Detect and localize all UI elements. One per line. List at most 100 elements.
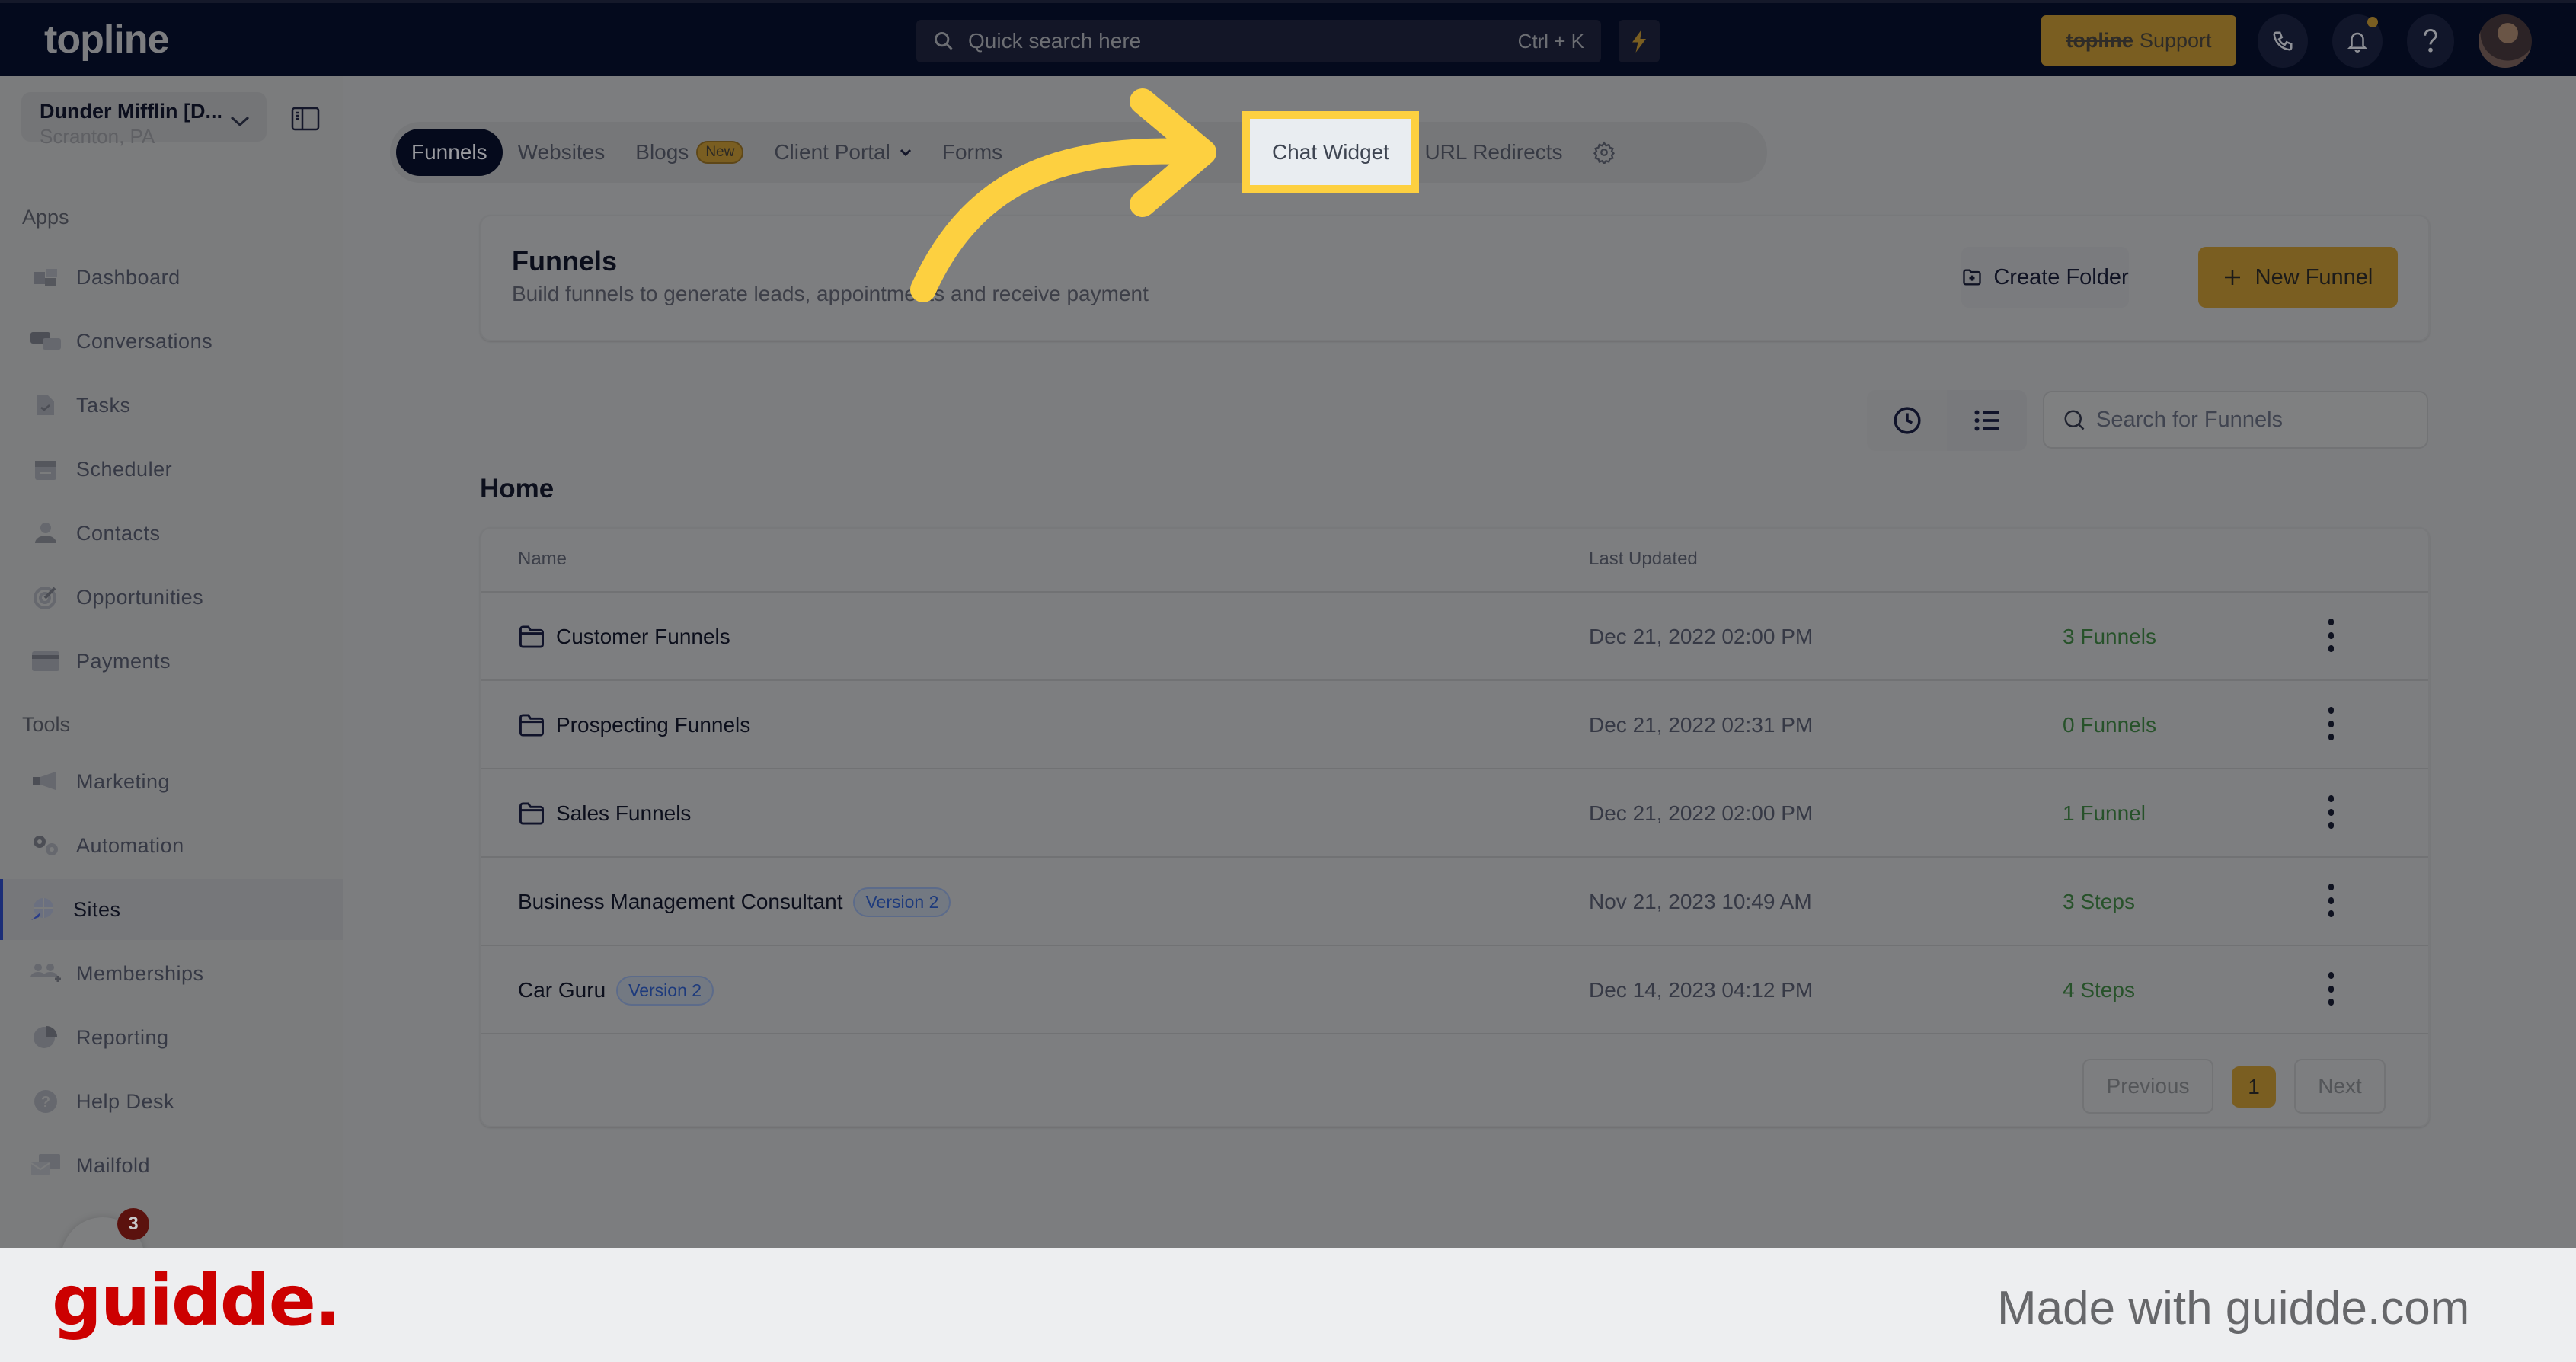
quick-actions-button[interactable]	[1619, 20, 1660, 62]
tab-client-portal[interactable]: Client Portal	[759, 129, 927, 176]
sidebar-item-label: Contacts	[76, 521, 161, 545]
user-avatar[interactable]	[2479, 14, 2532, 68]
table-row[interactable]: Customer Funnels Dec 21, 2022 02:00 PM 3…	[481, 593, 2428, 681]
list-icon	[1974, 410, 1999, 431]
sidebar-item-scheduler[interactable]: Scheduler	[0, 439, 343, 500]
row-menu-icon[interactable]	[2323, 619, 2338, 652]
table-row[interactable]: Prospecting Funnels Dec 21, 2022 02:31 P…	[481, 681, 2428, 769]
previous-page-button[interactable]: Previous	[2082, 1059, 2213, 1114]
phone-button[interactable]	[2258, 14, 2308, 68]
page-1-button[interactable]: 1	[2232, 1066, 2276, 1108]
chevron-down-icon	[900, 149, 911, 157]
sidebar-item-memberships[interactable]: Memberships	[0, 943, 343, 1004]
row-menu-icon[interactable]	[2323, 972, 2338, 1006]
row-name: Customer Funnels	[518, 593, 730, 681]
row-count: 0 Funnels	[2063, 713, 2156, 737]
row-name-text[interactable]: Customer Funnels	[556, 625, 730, 649]
made-with-text: Made with guidde.com	[1997, 1282, 2470, 1335]
help-button[interactable]	[2407, 14, 2454, 68]
search-shortcut: Ctrl + K	[1517, 29, 1584, 53]
row-name: Sales Funnels	[518, 769, 691, 858]
tab-url-redirects[interactable]: URL Redirects	[1409, 129, 1577, 176]
sidebar-item-mailfold[interactable]: Mailfold	[0, 1135, 343, 1196]
version-badge: Version 2	[616, 975, 714, 1006]
row-name-text[interactable]: Car Guru	[518, 978, 606, 1002]
chat-icon	[30, 329, 61, 353]
new-funnel-label: New Funnel	[2255, 264, 2373, 289]
sidebar-item-label: Dashboard	[76, 265, 181, 289]
quick-search-placeholder: Quick search here	[968, 29, 1142, 53]
sidebar-item-help-desk[interactable]: ? Help Desk	[0, 1071, 343, 1132]
sidebar-item-sites[interactable]: Sites	[0, 879, 343, 940]
sidebar-item-contacts[interactable]: Contacts	[0, 503, 343, 564]
screen: topline Quick search here Ctrl + K topli…	[0, 0, 2576, 1362]
row-name-text[interactable]: Prospecting Funnels	[556, 713, 750, 737]
gear-icon	[1593, 141, 1616, 164]
table-row[interactable]: Business Management Consultant Version 2…	[481, 858, 2428, 946]
calendar-icon	[30, 457, 61, 481]
tab-settings[interactable]	[1577, 129, 1631, 176]
view-toggle	[1867, 390, 2027, 451]
tab-websites[interactable]: Websites	[503, 129, 621, 176]
tab-blogs[interactable]: Blogs New	[620, 129, 759, 176]
account-switcher[interactable]: Dunder Mifflin [D... Scranton, PA	[21, 92, 267, 148]
question-icon: ?	[30, 1089, 61, 1114]
tab-forms[interactable]: Forms	[927, 129, 1144, 176]
row-name-text[interactable]: Sales Funnels	[556, 801, 691, 826]
sidebar: Dunder Mifflin [D... Scranton, PA Apps D…	[0, 76, 343, 1249]
phone-icon	[2273, 31, 2293, 51]
app-logo[interactable]: topline	[44, 17, 169, 62]
sidebar-item-dashboard[interactable]: Dashboard	[0, 247, 343, 308]
guidde-logo: guidde.	[52, 1260, 341, 1341]
sidebar-item-reporting[interactable]: Reporting	[0, 1007, 343, 1068]
sidebar-item-label: Mailfold	[76, 1153, 151, 1177]
tab-label: Forms	[941, 140, 1003, 164]
version-badge: Version 2	[853, 887, 951, 917]
folder-icon	[519, 714, 544, 737]
row-count: 1 Funnel	[2063, 801, 2146, 825]
row-menu-icon[interactable]	[2323, 707, 2338, 740]
table-row[interactable]: Car Guru Version 2 Dec 14, 2023 04:12 PM…	[481, 946, 2428, 1034]
funnels-table: Name Last Updated Customer Funnels Dec 2…	[480, 527, 2430, 1127]
sidebar-item-conversations[interactable]: Conversations	[0, 311, 343, 372]
sidebar-item-label: Conversations	[76, 329, 213, 353]
table-row[interactable]: Sales Funnels Dec 21, 2022 02:00 PM 1 Fu…	[481, 769, 2428, 858]
row-menu-icon[interactable]	[2323, 795, 2338, 829]
target-icon	[30, 585, 61, 609]
megaphone-icon	[30, 769, 61, 794]
sidebar-item-opportunities[interactable]: Opportunities	[0, 567, 343, 628]
sidebar-item-tasks[interactable]: Tasks	[0, 375, 343, 436]
tab-label: Client Portal	[774, 140, 890, 164]
funnel-search-input[interactable]: Search for Funnels	[2043, 391, 2428, 449]
dashboard-icon	[30, 265, 61, 289]
bell-icon	[2347, 32, 2368, 53]
row-menu-icon[interactable]	[2323, 884, 2338, 917]
gears-icon	[30, 833, 61, 858]
page-subtitle: Build funnels to generate leads, appoint…	[512, 282, 1149, 305]
lightning-icon	[1632, 30, 1646, 53]
clock-icon	[1893, 407, 1921, 434]
folder-icon	[519, 625, 544, 648]
sites-tab-bar: Funnels Websites Blogs New Client Portal…	[390, 122, 1767, 183]
sidebar-item-label: Automation	[76, 833, 184, 857]
sidebar-collapse-icon[interactable]	[291, 107, 320, 131]
next-page-button[interactable]: Next	[2294, 1059, 2386, 1114]
row-name-text[interactable]: Business Management Consultant	[518, 890, 842, 914]
tab-label: Blogs	[635, 140, 689, 164]
recent-view-button[interactable]	[1867, 390, 1947, 451]
sidebar-item-marketing[interactable]: Marketing	[0, 751, 343, 812]
person-icon	[30, 521, 61, 545]
chevron-down-icon	[1117, 149, 1129, 157]
list-view-button[interactable]	[1947, 390, 2027, 451]
account-name: Dunder Mifflin [D...	[40, 100, 222, 123]
tab-chat-widget[interactable]: Chat Widget	[1242, 111, 1419, 193]
row-count: 3 Steps	[2063, 890, 2135, 913]
sidebar-item-automation[interactable]: Automation	[0, 815, 343, 876]
top-bar: topline Quick search here Ctrl + K topli…	[0, 0, 2576, 76]
create-folder-button[interactable]: Create Folder	[1961, 247, 2129, 308]
support-button[interactable]: topline Support	[2041, 15, 2236, 66]
new-funnel-button[interactable]: New Funnel	[2198, 247, 2398, 308]
quick-search-input[interactable]: Quick search here Ctrl + K	[916, 20, 1601, 62]
sidebar-item-payments[interactable]: Payments	[0, 631, 343, 692]
tab-funnels[interactable]: Funnels	[396, 129, 503, 176]
